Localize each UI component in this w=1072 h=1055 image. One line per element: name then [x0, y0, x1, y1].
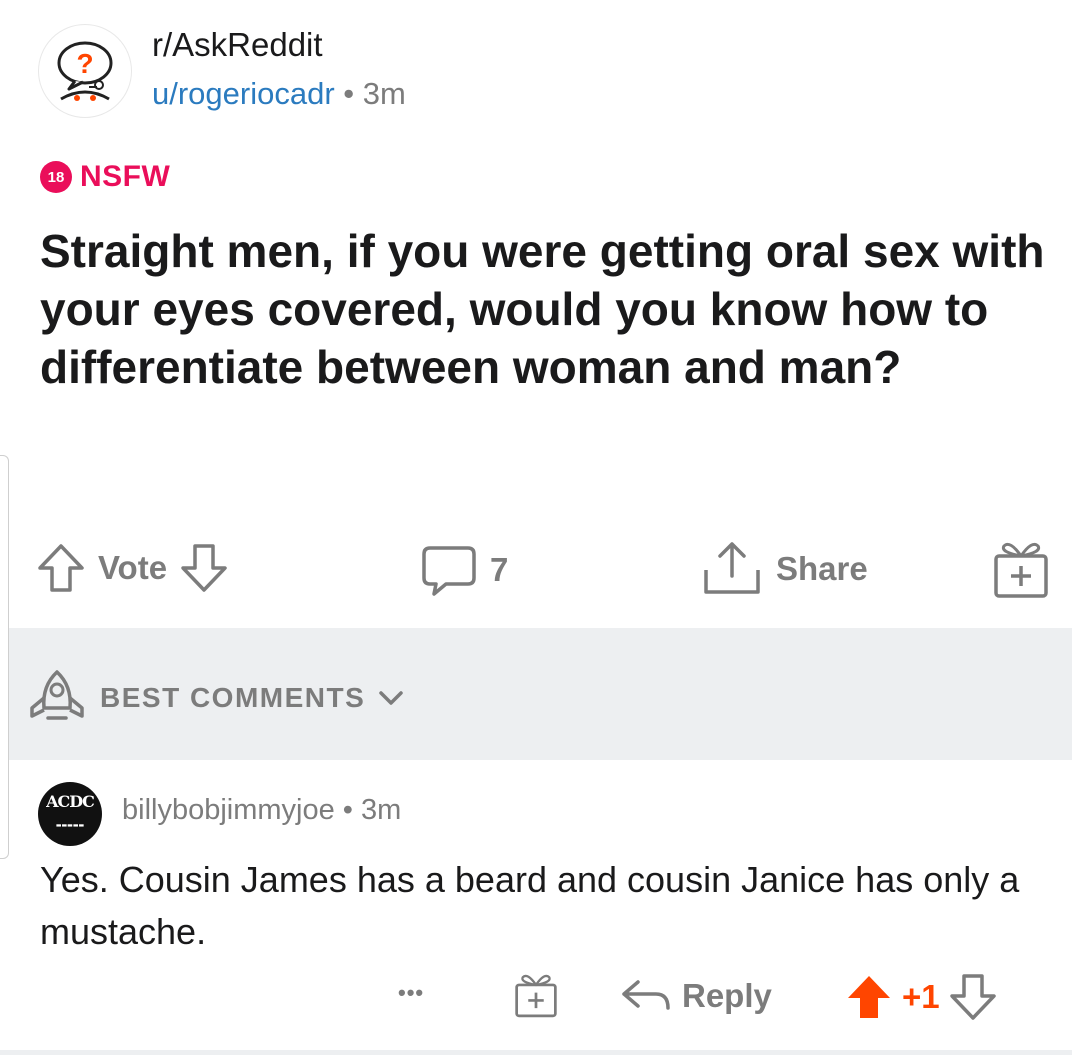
- askreddit-snoo-icon: ?: [40, 26, 130, 116]
- vote-label: Vote: [98, 549, 168, 586]
- comment-vote-control: +1: [846, 974, 996, 1020]
- sort-dropdown[interactable]: BEST COMMENTS: [26, 668, 405, 728]
- sort-label: BEST COMMENTS: [100, 682, 366, 713]
- comment-action-bar: ••• Reply +1: [0, 970, 1072, 1030]
- award-button[interactable]: [990, 538, 1052, 600]
- comment-award-button[interactable]: [512, 970, 560, 1020]
- share-label: Share: [776, 550, 868, 587]
- downvote-icon[interactable]: [949, 974, 996, 1020]
- meta-separator: •: [334, 794, 362, 826]
- comment-icon: [422, 546, 476, 596]
- subreddit-avatar[interactable]: ?: [38, 24, 132, 118]
- post-action-bar: Vote 7 Share: [0, 528, 1072, 618]
- downvote-icon[interactable]: [179, 542, 229, 594]
- commenter-avatar[interactable]: ACDC ▬▬▬▬▬: [38, 782, 102, 846]
- vote-control: Vote: [36, 542, 229, 594]
- comments-button[interactable]: 7: [420, 542, 508, 598]
- svg-text:?: ?: [76, 48, 93, 79]
- avatar-logo-text: ACDC: [46, 792, 95, 811]
- comment-age: 3m: [361, 794, 402, 826]
- post-author[interactable]: u/rogeriocadr: [152, 76, 335, 111]
- rocket-icon: [30, 670, 84, 720]
- avatar-logo-subtext: ▬▬▬▬▬: [55, 822, 85, 829]
- bottom-divider: [0, 1050, 1072, 1055]
- chevron-down-icon: [379, 691, 404, 705]
- scroll-edge-indicator: [0, 455, 9, 859]
- nsfw-badge-icon: 18: [40, 161, 72, 193]
- subreddit-name[interactable]: r/AskReddit: [152, 26, 323, 64]
- award-icon: [994, 542, 1048, 598]
- share-icon: [704, 542, 760, 594]
- post-age: 3m: [362, 76, 406, 111]
- reply-button[interactable]: Reply: [620, 976, 772, 1016]
- share-button[interactable]: Share: [700, 540, 868, 598]
- comment-count: 7: [490, 551, 509, 588]
- post-meta: u/rogeriocadr • 3m: [152, 76, 406, 112]
- comment-body: Yes. Cousin James has a beard and cousin…: [40, 859, 1020, 952]
- reply-label: Reply: [682, 977, 772, 1014]
- comment-author[interactable]: billybobjimmyjoe: [122, 794, 335, 826]
- more-icon: •••: [398, 980, 425, 1005]
- more-button[interactable]: •••: [398, 980, 424, 1006]
- nsfw-tag: 18 NSFW: [40, 160, 170, 194]
- award-icon: [515, 974, 557, 1018]
- comment-sort-bar: BEST COMMENTS: [0, 628, 1072, 760]
- comment-meta: billybobjimmyjoe • 3m: [122, 794, 401, 827]
- reply-icon: [622, 980, 670, 1010]
- nsfw-label: NSFW: [80, 160, 171, 193]
- upvote-active-icon[interactable]: [846, 974, 892, 1020]
- meta-separator: •: [334, 76, 363, 111]
- post-title[interactable]: Straight men, if you were getting oral s…: [40, 222, 1050, 396]
- upvote-icon[interactable]: [36, 542, 86, 594]
- comment-score: +1: [902, 978, 940, 1015]
